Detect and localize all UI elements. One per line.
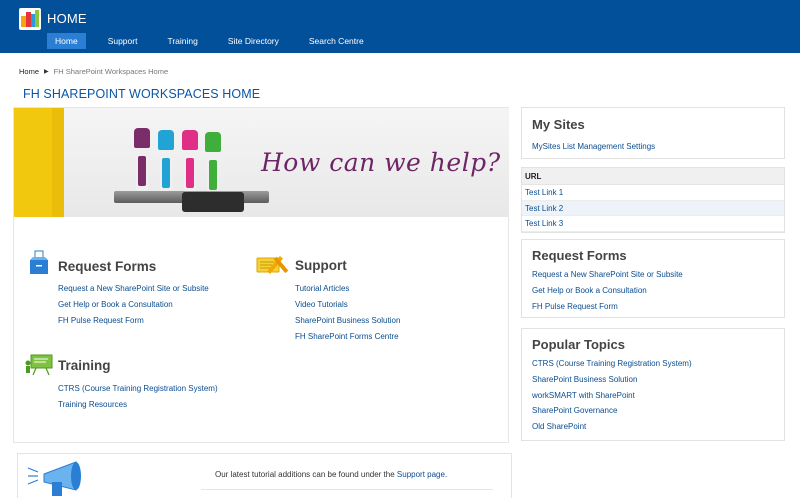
table-row[interactable]: Test Link 3 (522, 216, 784, 232)
right-request-forms-heading: Request Forms (532, 248, 627, 263)
popular-topics-box: Popular Topics CTRS (Course Training Reg… (521, 328, 785, 441)
nav-site-directory[interactable]: Site Directory (220, 33, 287, 49)
url-column-header[interactable]: URL (522, 168, 784, 185)
link-right-get-help[interactable]: Get Help or Book a Consultation (532, 286, 647, 295)
link-mysites-settings[interactable]: MySites List Management Settings (532, 142, 655, 151)
divider (201, 489, 493, 490)
tutorial-announcement-text: Our latest tutorial additions can be fou… (215, 470, 447, 479)
announcement-text: Our latest tutorial additions can be fou… (215, 470, 397, 479)
marker-pink-icon (182, 130, 198, 191)
nav-search-centre[interactable]: Search Centre (301, 33, 372, 49)
link-tutorial-articles[interactable]: Tutorial Articles (295, 284, 349, 293)
nav-home[interactable]: Home (47, 33, 86, 49)
site-logo-icon[interactable] (19, 8, 41, 30)
marker-purple-icon (134, 128, 150, 191)
breadcrumb-current: FH SharePoint Workspaces Home (53, 67, 169, 76)
breadcrumb: Home ▶ FH SharePoint Workspaces Home (19, 67, 168, 76)
link-video-tutorials[interactable]: Video Tutorials (295, 300, 348, 309)
ballot-box-icon (30, 250, 48, 274)
announcement-period: . (444, 470, 448, 479)
eraser-icon (182, 192, 244, 212)
link-training-resources[interactable]: Training Resources (58, 400, 127, 409)
page-title: FH SHAREPOINT WORKSPACES HOME (23, 87, 261, 101)
tutorial-announcement-panel: Our latest tutorial additions can be fou… (17, 453, 512, 498)
top-navigation: Home Support Training Site Directory Sea… (47, 33, 386, 49)
link-sharepoint-business-solution[interactable]: SharePoint Business Solution (295, 316, 400, 325)
main-content-panel: How can we help? Request Forms Request a… (13, 107, 509, 443)
link-forms-centre[interactable]: FH SharePoint Forms Centre (295, 332, 399, 341)
training-heading: Training (58, 358, 111, 373)
nav-training[interactable]: Training (159, 33, 205, 49)
popular-topics-heading: Popular Topics (532, 337, 625, 352)
request-forms-heading: Request Forms (58, 259, 157, 274)
hero-banner-image: How can we help? (14, 108, 509, 217)
link-get-help[interactable]: Get Help or Book a Consultation (58, 300, 173, 309)
link-topic-old-sharepoint[interactable]: Old SharePoint (532, 422, 586, 431)
right-request-forms-box: Request Forms Request a New SharePoint S… (521, 239, 785, 318)
site-title[interactable]: HOME (47, 11, 87, 26)
tools-icon (256, 256, 289, 274)
my-sites-heading: My Sites (532, 117, 585, 132)
breadcrumb-home[interactable]: Home (19, 67, 39, 76)
support-heading: Support (295, 258, 347, 273)
link-request-new-site[interactable]: Request a New SharePoint Site or Subsite (58, 284, 209, 293)
table-row[interactable]: Test Link 1 (522, 185, 784, 201)
url-list-table: URL Test Link 1 Test Link 2 Test Link 3 (521, 167, 785, 233)
marker-green-icon (205, 132, 221, 191)
suite-bar: HOME Home Support Training Site Director… (0, 0, 800, 53)
presentation-board-icon (25, 354, 53, 376)
link-fh-pulse-request[interactable]: FH Pulse Request Form (58, 316, 144, 325)
link-right-request-new-site[interactable]: Request a New SharePoint Site or Subsite (532, 270, 683, 279)
link-right-fh-pulse[interactable]: FH Pulse Request Form (532, 302, 618, 311)
link-support-page[interactable]: Support page (397, 470, 445, 479)
megaphone-icon (27, 461, 81, 496)
breadcrumb-separator-icon: ▶ (44, 69, 49, 75)
link-ctrs[interactable]: CTRS (Course Training Registration Syste… (58, 384, 218, 393)
link-topic-business-solution[interactable]: SharePoint Business Solution (532, 375, 637, 384)
my-sites-box: My Sites MySites List Management Setting… (521, 107, 785, 159)
link-topic-ctrs[interactable]: CTRS (Course Training Registration Syste… (532, 359, 692, 368)
table-row[interactable]: Test Link 2 (522, 200, 784, 216)
nav-support[interactable]: Support (100, 33, 146, 49)
link-topic-worksmart[interactable]: workSMART with SharePoint (532, 391, 635, 400)
marker-blue-icon (158, 130, 174, 191)
hero-text: How can we help? (261, 148, 501, 177)
link-topic-governance[interactable]: SharePoint Governance (532, 406, 617, 415)
